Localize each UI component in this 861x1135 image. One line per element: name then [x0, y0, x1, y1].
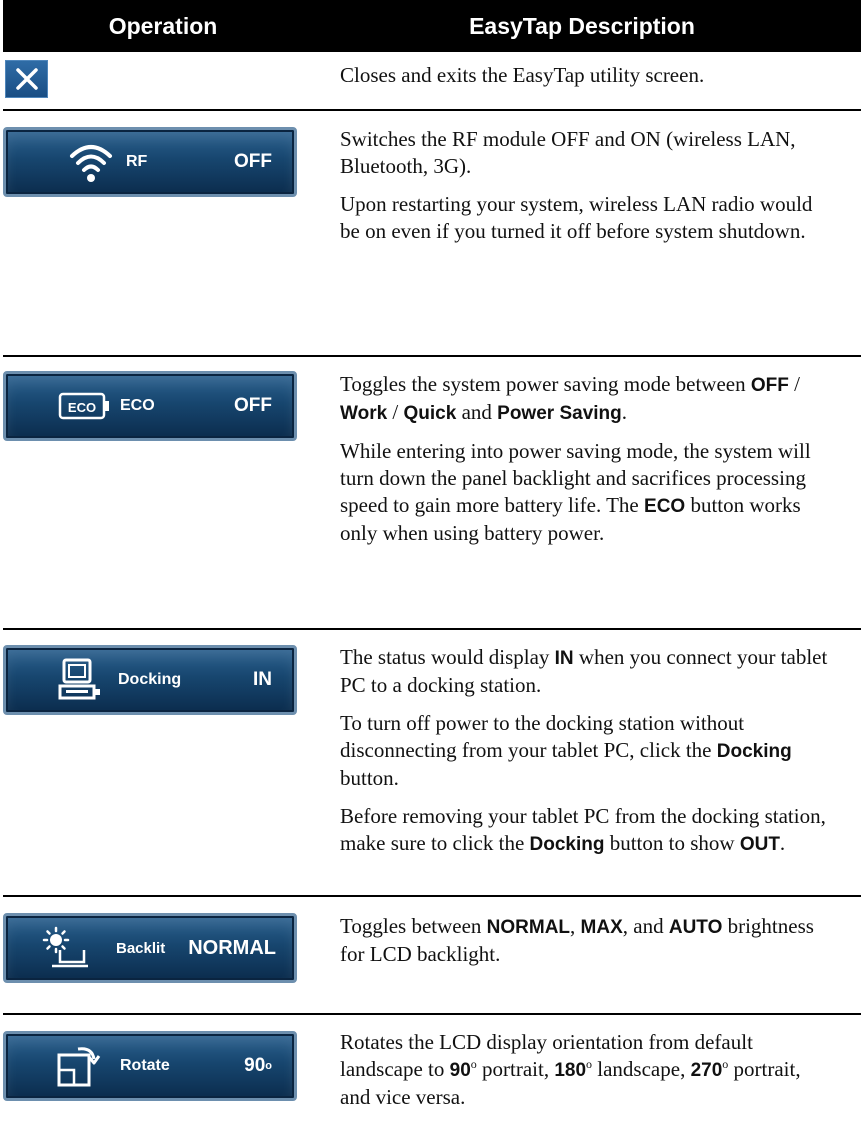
- table-row-backlit: Backlit NORMAL Toggles between NORMAL, M…: [3, 897, 861, 1015]
- table-row-close: Closes and exits the EasyTap utility scr…: [3, 52, 861, 111]
- wifi-icon: [70, 145, 112, 182]
- rf-label: RF: [126, 153, 148, 170]
- table-row-rotate: Rotate 90 o Rotates the LCD display orien…: [3, 1015, 861, 1135]
- table-row-eco: ECO ECO OFF Toggles the system power sav…: [3, 357, 861, 630]
- docking-button[interactable]: Docking IN: [3, 645, 297, 715]
- eco-button[interactable]: ECO ECO OFF: [3, 371, 297, 441]
- docking-icon: [58, 658, 100, 700]
- eco-battery-icon: ECO: [58, 392, 109, 420]
- eco-icon-text: ECO: [68, 400, 96, 415]
- docking-status: IN: [253, 669, 272, 690]
- rotate-label: Rotate: [120, 1057, 170, 1074]
- docking-description-1: The status would display IN when you con…: [340, 645, 828, 697]
- backlit-description-1: Toggles between NORMAL, MAX, and AUTO br…: [340, 914, 814, 966]
- rf-description-1: Switches the RF module OFF and ON (wirel…: [340, 127, 796, 178]
- operation-cell: Docking IN: [3, 630, 323, 895]
- operation-cell: RF OFF: [3, 111, 323, 355]
- table-header: Operation EasyTap Description: [3, 0, 861, 52]
- rf-status: OFF: [234, 151, 272, 172]
- backlit-label: Backlit: [116, 939, 166, 957]
- description-cell: Closes and exits the EasyTap utility scr…: [340, 52, 830, 89]
- eco-label: ECO: [120, 397, 155, 414]
- eco-description-1: Toggles the system power saving mode bet…: [340, 372, 800, 424]
- table-row-rf: RF OFF Switches the RF module OFF and ON…: [3, 111, 861, 357]
- docking-description-2: To turn off power to the docking station…: [340, 711, 792, 790]
- operation-cell: Rotate 90 o: [3, 1015, 323, 1135]
- close-icon: [15, 68, 38, 90]
- operation-cell: [3, 52, 323, 109]
- close-description: Closes and exits the EasyTap utility scr…: [340, 63, 705, 87]
- eco-description-2: While entering into power saving mode, t…: [340, 439, 811, 545]
- operation-cell: Backlit NORMAL: [3, 897, 323, 1013]
- operation-cell: ECO ECO OFF: [3, 357, 323, 628]
- close-button[interactable]: [5, 60, 48, 98]
- eco-status: OFF: [234, 395, 272, 416]
- docking-label: Docking: [118, 671, 182, 688]
- rotate-description-1: Rotates the LCD display orientation from…: [340, 1030, 801, 1109]
- header-operation: Operation: [108, 12, 218, 39]
- rotate-button[interactable]: Rotate 90 o: [3, 1031, 297, 1101]
- description-cell: Toggles the system power saving mode bet…: [340, 357, 830, 547]
- rotate-screen-icon: [57, 1047, 101, 1087]
- backlit-status: NORMAL: [188, 936, 276, 959]
- description-cell: Rotates the LCD display orientation from…: [340, 1015, 830, 1111]
- rf-button[interactable]: RF OFF: [3, 127, 297, 197]
- description-cell: Toggles between NORMAL, MAX, and AUTO br…: [340, 897, 830, 968]
- backlight-sun-icon: [42, 926, 88, 968]
- description-cell: The status would display IN when you con…: [340, 630, 830, 858]
- docking-description-3: Before removing your tablet PC from the …: [340, 804, 826, 855]
- easytap-table: Operation EasyTap Description Closes and…: [3, 0, 861, 1135]
- rotate-status: 90 o: [244, 1055, 272, 1076]
- description-cell: Switches the RF module OFF and ON (wirel…: [340, 111, 830, 245]
- table-row-docking: Docking IN The status would display IN w…: [3, 630, 861, 897]
- header-description: EasyTap Description: [469, 12, 695, 39]
- backlit-button[interactable]: Backlit NORMAL: [3, 913, 297, 983]
- rf-description-2: Upon restarting your system, wireless LA…: [340, 192, 813, 243]
